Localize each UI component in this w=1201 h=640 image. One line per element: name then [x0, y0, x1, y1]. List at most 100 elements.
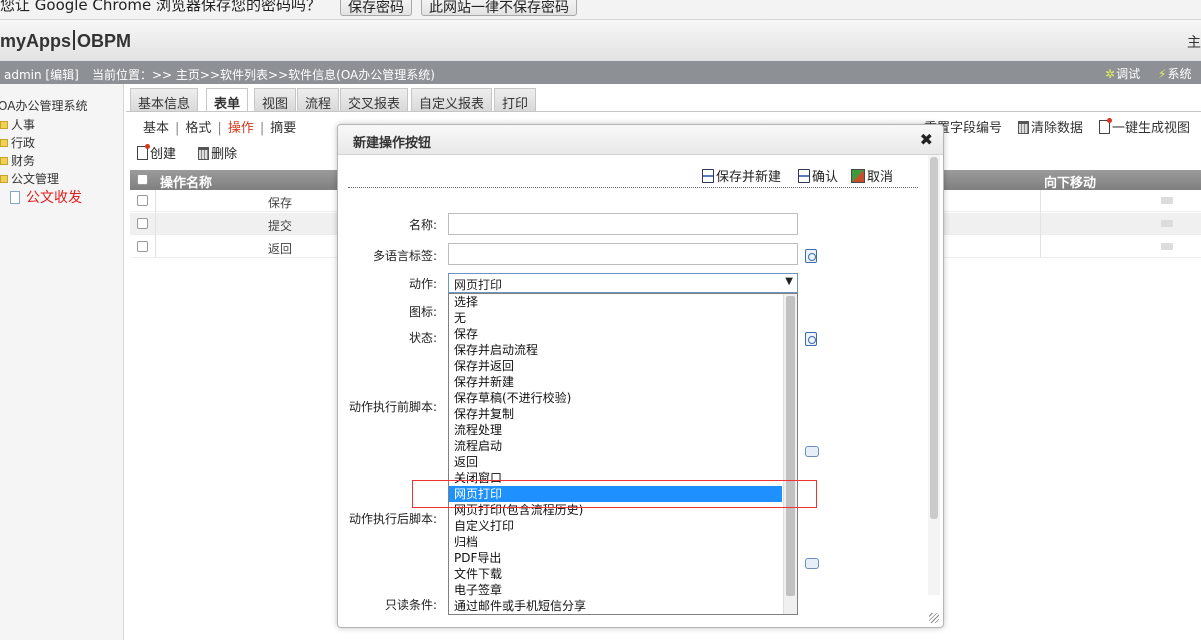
location-bar: admin [编辑] 当前位置：>> 主页>>软件列表>>软件信息(OA办公管理…: [0, 61, 1201, 84]
i18n-tag-icon[interactable]: [805, 249, 817, 263]
i18n-input[interactable]: [448, 243, 798, 265]
before-script-edit-icon[interactable]: [805, 446, 819, 457]
logo-obpm: OBPM: [77, 31, 132, 51]
action-option[interactable]: 自定义打印: [449, 518, 782, 534]
column-divider: [1040, 190, 1041, 257]
state-tag-icon[interactable]: [805, 332, 817, 346]
action-option[interactable]: 流程启动: [449, 438, 782, 454]
action-option[interactable]: 无: [449, 310, 782, 326]
tab-form[interactable]: 表单: [206, 88, 249, 112]
action-option[interactable]: 电子签章: [449, 582, 782, 598]
app-logo[interactable]: myApps OBPM: [0, 30, 131, 52]
row-checkbox[interactable]: [137, 241, 148, 252]
action-option[interactable]: 流程处理: [449, 422, 782, 438]
row-name: 返回: [268, 242, 293, 256]
generate-view-button[interactable]: 一键生成视图: [1099, 117, 1190, 136]
action-bar: 创建 删除: [137, 143, 237, 162]
tab-flow[interactable]: 流程: [297, 88, 340, 112]
action-option[interactable]: 保存并新建: [449, 374, 782, 390]
tree-item-active[interactable]: 公文收发: [10, 187, 82, 207]
dropdown-scroll-thumb[interactable]: [786, 296, 795, 596]
trash-icon: [198, 147, 210, 160]
action-option[interactable]: 返回: [449, 454, 782, 470]
delete-label: 删除: [211, 147, 238, 162]
delete-button[interactable]: 删除: [198, 147, 237, 162]
cancel-button[interactable]: 取消: [851, 166, 893, 185]
action-option[interactable]: 选择: [449, 294, 782, 310]
tree-item-finance[interactable]: 财务: [0, 152, 35, 169]
row-checkbox[interactable]: [137, 195, 148, 206]
clear-data-button[interactable]: 清除数据: [1018, 117, 1083, 136]
breadcrumb: 当前位置：>> 主页>>软件列表>>软件信息(OA办公管理系统): [92, 68, 435, 82]
confirm-button[interactable]: 确认: [798, 166, 838, 185]
after-script-edit-icon[interactable]: [805, 558, 819, 569]
name-input[interactable]: [448, 213, 798, 235]
password-infobar: 您让 Google Chrome 浏览器保存您的密码吗？ 保存密码 此网站一律不…: [0, 0, 1201, 20]
action-option[interactable]: 保存并返回: [449, 358, 782, 374]
new-page-icon: [137, 144, 150, 160]
tree-item-label: 公文收发: [26, 190, 82, 206]
tree-root[interactable]: OA办公管理系统: [0, 97, 87, 114]
never-save-button[interactable]: 此网站一律不保存密码: [421, 0, 577, 16]
action-option[interactable]: 保存并复制: [449, 406, 782, 422]
save-new-label: 保存并新建: [716, 170, 782, 185]
new-operation-dialog: 新建操作按钮 ✖ 保存并新建 确认 取消 名称: 多语言标签: 动作: 网页打印…: [337, 124, 944, 628]
folder-icon: [0, 175, 8, 183]
subtab-summary[interactable]: 摘要: [270, 121, 296, 136]
action-select[interactable]: 网页打印 ▼: [448, 273, 798, 293]
save-icon: [798, 169, 810, 183]
readonly-label: 只读条件:: [384, 598, 437, 612]
dialog-scrollbar[interactable]: [928, 155, 940, 595]
dialog-divider: [348, 187, 918, 188]
subtab-format[interactable]: 格式: [185, 121, 211, 136]
action-option[interactable]: 文件下载: [449, 566, 782, 582]
action-option[interactable]: 保存并启动流程: [449, 342, 782, 358]
save-and-new-button[interactable]: 保存并新建: [702, 166, 781, 185]
move-down-icon[interactable]: [1161, 197, 1173, 204]
action-option[interactable]: 保存: [449, 326, 782, 342]
move-down-icon[interactable]: [1161, 220, 1173, 227]
dialog-scroll-thumb[interactable]: [930, 157, 938, 519]
tree-item-label: 人事: [11, 118, 36, 132]
tab-basic-info[interactable]: 基本信息: [130, 88, 199, 112]
logo-myapps: myApps: [0, 31, 72, 51]
system-label: 系统: [1167, 67, 1192, 81]
module-tree: OA办公管理系统 人事 行政 财务 公文管理 公文收发: [0, 84, 124, 640]
action-option[interactable]: 保存草稿(不进行校验): [449, 390, 782, 406]
tree-item-hr[interactable]: 人事: [0, 116, 35, 133]
debug-label: 调试: [1116, 67, 1141, 81]
system-button[interactable]: ⚡系统: [1158, 65, 1191, 82]
tab-cross-report[interactable]: 交叉报表: [340, 88, 409, 112]
col-move-down[interactable]: 向下移动: [1044, 172, 1096, 191]
move-down-icon[interactable]: [1161, 243, 1173, 250]
dropdown-scrollbar[interactable]: [783, 294, 797, 614]
tree-item-docs[interactable]: 公文管理: [0, 170, 59, 187]
resize-grip-icon[interactable]: [929, 613, 939, 623]
save-password-button[interactable]: 保存密码: [340, 0, 412, 16]
dialog-title: 新建操作按钮: [353, 136, 432, 151]
subtab-basic[interactable]: 基本: [143, 121, 169, 136]
close-icon[interactable]: ✖: [920, 130, 933, 149]
user-info[interactable]: admin [编辑]: [4, 66, 79, 83]
tab-print[interactable]: 打印: [494, 88, 537, 112]
dialog-titlebar[interactable]: 新建操作按钮 ✖: [338, 125, 943, 155]
tab-divider: [126, 111, 1201, 112]
trash-icon: [1018, 121, 1029, 134]
select-all-checkbox[interactable]: [137, 174, 148, 185]
tree-item-admin[interactable]: 行政: [0, 134, 35, 151]
action-dropdown-list[interactable]: 选择无保存 保存并启动流程 保存并返回 保存并新建 保存草稿(不进行校验) 保存并复制 流程…: [448, 293, 798, 615]
header-home-link[interactable]: 主: [1187, 32, 1201, 52]
tab-view[interactable]: 视图: [254, 88, 297, 112]
action-option[interactable]: PDF导出: [449, 550, 782, 566]
action-label: 动作:: [408, 277, 437, 291]
cancel-label: 取消: [867, 170, 894, 185]
debug-button[interactable]: ✲调试: [1105, 65, 1140, 82]
action-option[interactable]: 通过邮件或手机短信分享: [449, 598, 782, 614]
create-button[interactable]: 创建: [137, 144, 176, 162]
bug-icon: ✲: [1105, 67, 1116, 81]
row-checkbox[interactable]: [137, 218, 148, 229]
action-option[interactable]: 归档: [449, 534, 782, 550]
subtab-operation[interactable]: 操作: [228, 121, 254, 136]
tab-custom-report[interactable]: 自定义报表: [411, 88, 493, 112]
col-operation-name[interactable]: 操作名称: [160, 172, 212, 191]
